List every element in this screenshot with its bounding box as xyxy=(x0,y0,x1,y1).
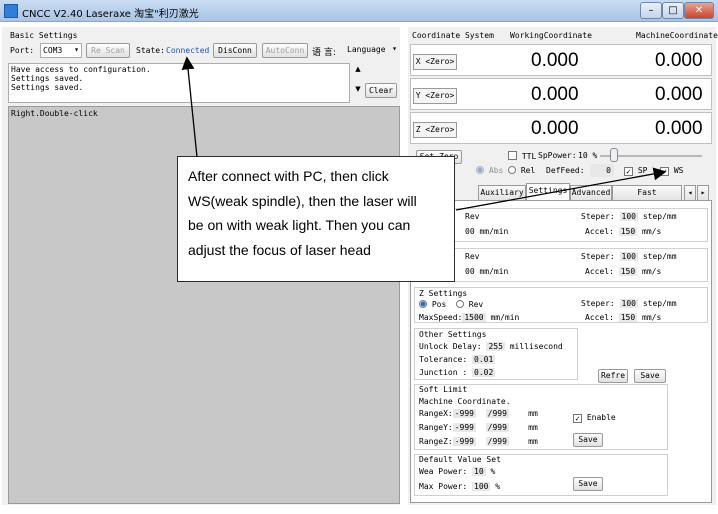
arrow-to-state xyxy=(181,56,198,158)
arrow-to-ws xyxy=(455,167,667,211)
annotation-arrows xyxy=(181,56,667,211)
